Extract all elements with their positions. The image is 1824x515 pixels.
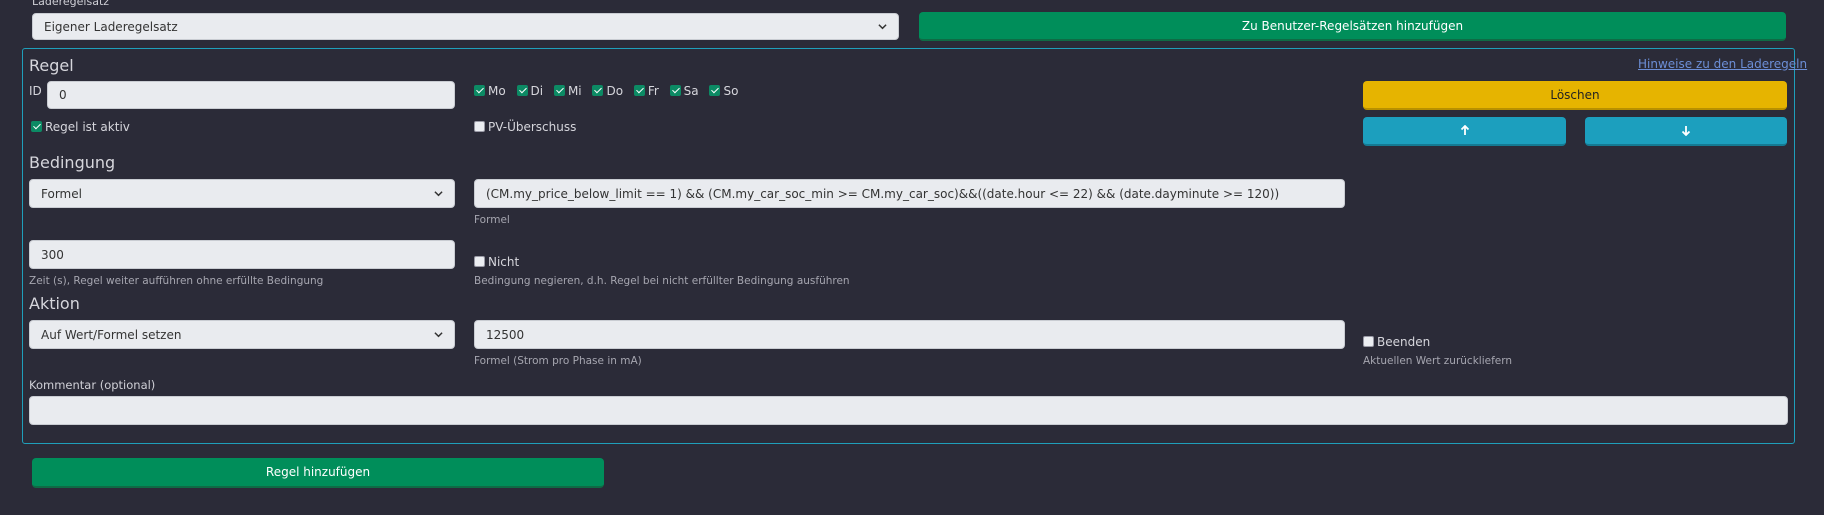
arrow-up-icon (1460, 125, 1469, 135)
condition-title: Bedingung (29, 153, 116, 172)
add-rule-button[interactable]: Regel hinzufügen (32, 458, 604, 488)
checkbox-icon (553, 85, 565, 96)
chevron-down-icon (878, 24, 887, 30)
action-value: 12500 (486, 327, 525, 342)
weekday-checkboxes: Mo Di Mi Do Fr Sa So (474, 83, 745, 98)
day-so[interactable]: So (709, 83, 738, 98)
time-help: Zeit (s), Regel weiter aufführen ohne er… (29, 275, 324, 287)
chevron-down-icon (434, 332, 443, 338)
checkbox-icon (669, 85, 681, 96)
rule-title: Regel (29, 56, 74, 75)
comment-input[interactable] (29, 396, 1788, 425)
checkbox-icon (516, 85, 528, 96)
checkbox-icon (474, 85, 485, 96)
move-up-button[interactable] (1363, 117, 1566, 146)
day-sa[interactable]: Sa (669, 83, 699, 98)
action-value-help: Formel (Strom pro Phase in mA) (474, 355, 642, 367)
time-input[interactable]: 300 (29, 240, 455, 269)
add-to-user-rulesets-button[interactable]: Zu Benutzer-Regelsätzen hinzufügen (919, 12, 1786, 41)
checkbox-icon (709, 85, 721, 96)
chevron-down-icon (434, 191, 443, 197)
checkbox-icon (31, 121, 42, 132)
checkbox-icon (1363, 336, 1374, 347)
id-label: ID (29, 84, 42, 98)
ruleset-label: Laderegelsatz (32, 0, 110, 8)
action-value-input[interactable]: 12500 (474, 320, 1345, 349)
move-down-button[interactable] (1585, 117, 1787, 146)
condition-formula-help: Formel (474, 214, 510, 226)
action-title: Aktion (29, 294, 80, 313)
ruleset-select-value: Eigener Laderegelsatz (44, 19, 178, 34)
id-input[interactable]: 0 (47, 81, 455, 109)
pv-surplus-checkbox[interactable]: PV-Überschuss (474, 119, 576, 134)
checkbox-icon (633, 85, 645, 96)
ruleset-select[interactable]: Eigener Laderegelsatz (32, 13, 899, 40)
end-checkbox[interactable]: Beenden (1363, 334, 1430, 349)
checkbox-icon (474, 121, 485, 132)
condition-type-select[interactable]: Formel (29, 179, 455, 208)
action-type-select[interactable]: Auf Wert/Formel setzen (29, 320, 455, 349)
rule-hints-link[interactable]: Hinweise zu den Laderegeln (1638, 57, 1807, 71)
day-mi[interactable]: Mi (553, 83, 582, 98)
time-input-value: 300 (41, 247, 64, 262)
delete-button[interactable]: Löschen (1363, 81, 1787, 110)
action-type-value: Auf Wert/Formel setzen (41, 327, 182, 342)
comment-label: Kommentar (optional) (29, 378, 156, 392)
day-di[interactable]: Di (516, 83, 543, 98)
arrow-down-icon (1681, 126, 1691, 136)
not-help: Bedingung negieren, d.h. Regel bei nicht… (474, 275, 850, 287)
day-fr[interactable]: Fr (633, 83, 659, 98)
condition-formula-value: (CM.my_price_below_limit == 1) && (CM.my… (486, 186, 1280, 201)
end-help: Aktuellen Wert zurückliefern (1363, 355, 1513, 367)
condition-type-value: Formel (41, 186, 82, 201)
condition-formula-input[interactable]: (CM.my_price_below_limit == 1) && (CM.my… (474, 179, 1345, 208)
day-do[interactable]: Do (592, 83, 623, 98)
checkbox-icon (592, 85, 604, 96)
id-input-value: 0 (59, 88, 67, 102)
not-checkbox[interactable]: Nicht (474, 254, 519, 269)
rule-active-checkbox[interactable]: Regel ist aktiv (31, 119, 130, 134)
checkbox-icon (474, 256, 485, 267)
day-mo[interactable]: Mo (474, 83, 506, 98)
